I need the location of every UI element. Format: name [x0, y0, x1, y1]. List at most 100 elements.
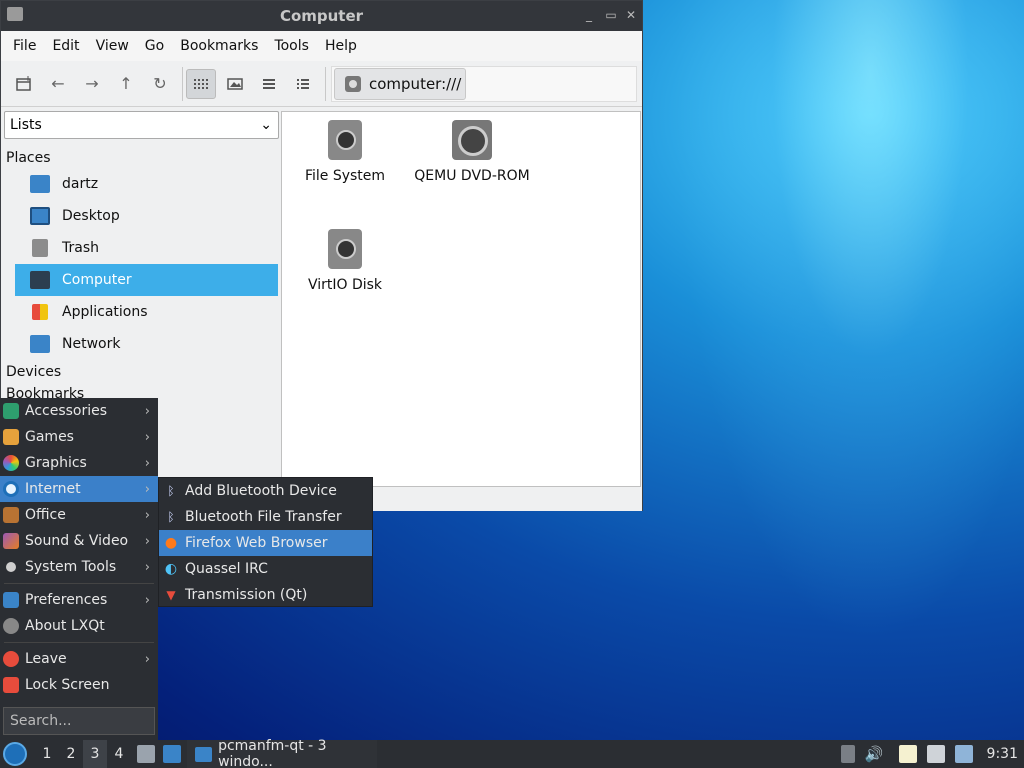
- side-pane-mode-select[interactable]: Lists ⌄: [4, 111, 279, 139]
- title-bar[interactable]: Computer _ ▭ ✕: [1, 1, 642, 31]
- menu-tools[interactable]: Tools: [266, 38, 317, 54]
- menu-item-accessories[interactable]: Accessories ›: [0, 398, 158, 424]
- network-icon[interactable]: [926, 745, 945, 763]
- menu-item-firefox[interactable]: ● Firefox Web Browser: [159, 530, 372, 556]
- notification-icon[interactable]: [954, 745, 973, 763]
- menu-item-label: Firefox Web Browser: [185, 535, 328, 551]
- menu-item-add-bluetooth-device[interactable]: ᛒ Add Bluetooth Device: [159, 478, 372, 504]
- menu-item-games[interactable]: Games ›: [0, 424, 158, 450]
- reload-button[interactable]: ↻: [145, 69, 175, 99]
- sidebar-item-label: Trash: [62, 240, 99, 256]
- file-item-dvd-rom[interactable]: QEMU DVD-ROM: [407, 120, 537, 184]
- menu-item-sound-video[interactable]: Sound & Video ›: [0, 528, 158, 554]
- menu-bookmarks[interactable]: Bookmarks: [172, 38, 266, 54]
- menu-item-leave[interactable]: Leave ›: [0, 646, 158, 672]
- menu-item-quassel-irc[interactable]: ◐ Quassel IRC: [159, 556, 372, 582]
- up-button[interactable]: ↑: [111, 69, 141, 99]
- sidebar-item-label: dartz: [62, 176, 99, 192]
- new-tab-icon: [16, 75, 31, 91]
- maximize-button[interactable]: ▭: [603, 7, 619, 23]
- sidebar-item-computer[interactable]: Computer: [15, 264, 278, 296]
- task-button-pcmanfm[interactable]: pcmanfm-qt - 3 windo...: [187, 738, 377, 768]
- menu-item-bluetooth-file-transfer[interactable]: ᛒ Bluetooth File Transfer: [159, 504, 372, 530]
- network-folder-icon: [30, 335, 50, 353]
- menu-item-about[interactable]: About LXQt: [0, 613, 158, 639]
- menu-go[interactable]: Go: [137, 38, 172, 54]
- clock[interactable]: 9:31: [987, 746, 1018, 762]
- sidebar-item-trash[interactable]: Trash: [15, 232, 278, 264]
- menu-item-label: Sound & Video: [25, 533, 129, 549]
- task-label: pcmanfm-qt - 3 windo...: [218, 738, 327, 768]
- applications-icon: [32, 304, 48, 320]
- back-button[interactable]: ←: [43, 69, 73, 99]
- clipboard-icon[interactable]: [898, 745, 917, 763]
- file-item-file-system[interactable]: File System: [280, 120, 410, 184]
- info-icon: [3, 618, 19, 634]
- icon-view-button[interactable]: [186, 68, 216, 99]
- toolbar: ← → ↑ ↻ computer:///: [1, 61, 642, 107]
- workspace-3[interactable]: 3: [83, 740, 107, 768]
- menu-item-graphics[interactable]: Graphics ›: [0, 450, 158, 476]
- file-manager-launcher-icon[interactable]: [137, 745, 155, 763]
- menu-separator: [4, 583, 154, 584]
- menu-item-transmission[interactable]: ▼ Transmission (Qt): [159, 582, 372, 608]
- new-tab-button[interactable]: [9, 69, 39, 99]
- menu-view[interactable]: View: [88, 38, 137, 54]
- internet-submenu: ᛒ Add Bluetooth Device ᛒ Bluetooth File …: [158, 477, 373, 607]
- show-desktop-icon[interactable]: [163, 745, 181, 763]
- detailed-view-button[interactable]: [288, 69, 318, 99]
- menu-item-label: Leave: [25, 651, 67, 667]
- menu-item-system-tools[interactable]: System Tools ›: [0, 554, 158, 580]
- chevron-right-icon: ›: [144, 507, 150, 523]
- firefox-icon: ●: [164, 535, 178, 551]
- menu-item-internet[interactable]: Internet ›: [0, 476, 158, 502]
- sidebar-item-label: Computer: [62, 272, 132, 288]
- menu-item-label: Internet: [25, 481, 81, 497]
- folder-view[interactable]: File System QEMU DVD-ROM VirtIO Disk: [281, 111, 641, 487]
- path-button-computer[interactable]: computer:///: [334, 67, 466, 100]
- thumbnail-view-button[interactable]: [220, 69, 250, 99]
- menu-item-label: Add Bluetooth Device: [185, 483, 337, 499]
- places-header[interactable]: Places: [4, 147, 279, 169]
- workspace-2[interactable]: 2: [59, 740, 83, 768]
- optical-drive-icon: [452, 120, 492, 160]
- file-item-virtio-disk[interactable]: VirtIO Disk: [280, 229, 410, 293]
- chevron-down-icon: ⌄: [260, 117, 272, 133]
- sidebar-item-network[interactable]: Network: [15, 328, 278, 360]
- grid-icon: [194, 78, 208, 89]
- chevron-right-icon: ›: [144, 455, 150, 471]
- menu-search-input[interactable]: Search...: [3, 707, 155, 735]
- window-title: Computer: [279, 7, 364, 25]
- menu-help[interactable]: Help: [317, 38, 365, 54]
- forward-button[interactable]: →: [77, 69, 107, 99]
- chevron-right-icon: ›: [144, 429, 150, 445]
- toolbar-separator: [182, 66, 183, 101]
- close-button[interactable]: ✕: [623, 7, 639, 23]
- minimize-button[interactable]: _: [581, 7, 597, 23]
- bluetooth-icon: ᛒ: [167, 510, 175, 524]
- menu-item-label: Accessories: [25, 403, 108, 419]
- workspace-1[interactable]: 1: [35, 740, 59, 768]
- sound-video-icon: [3, 533, 19, 549]
- menu-item-preferences[interactable]: Preferences ›: [0, 587, 158, 613]
- sidebar-item-desktop[interactable]: Desktop: [15, 200, 278, 232]
- path-bar: computer:///: [331, 65, 637, 102]
- menu-edit[interactable]: Edit: [44, 38, 87, 54]
- sidebar-item-label: Network: [62, 336, 121, 352]
- menu-item-office[interactable]: Office ›: [0, 502, 158, 528]
- devices-header[interactable]: Devices: [4, 361, 279, 383]
- menu-item-label: Office: [25, 507, 66, 523]
- eject-icon[interactable]: [840, 745, 855, 763]
- sidebar-item-dartz[interactable]: dartz: [15, 168, 278, 200]
- chevron-right-icon: ›: [144, 592, 150, 608]
- compact-view-button[interactable]: [254, 69, 284, 99]
- volume-icon[interactable]: 🔊: [865, 745, 884, 763]
- transmission-icon: ▼: [166, 588, 176, 602]
- menu-item-label: Lock Screen: [25, 677, 110, 693]
- start-menu-button[interactable]: [3, 742, 27, 766]
- home-folder-icon: [30, 175, 50, 193]
- sidebar-item-applications[interactable]: Applications: [15, 296, 278, 328]
- menu-file[interactable]: File: [5, 38, 44, 54]
- menu-item-lock-screen[interactable]: Lock Screen: [0, 672, 158, 698]
- workspace-4[interactable]: 4: [107, 740, 131, 768]
